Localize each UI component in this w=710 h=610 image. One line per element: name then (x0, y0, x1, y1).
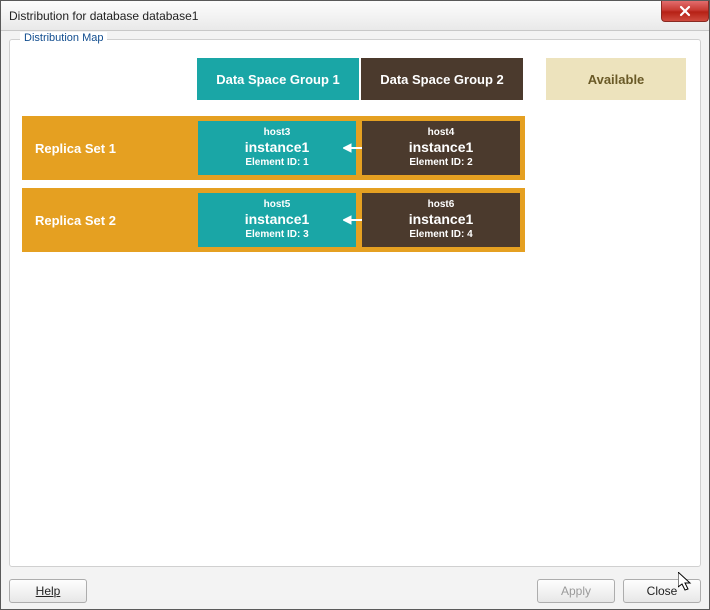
node-instance: instance1 (409, 139, 474, 157)
node-instance: instance1 (409, 211, 474, 229)
help-button[interactable]: Help (9, 579, 87, 603)
header-label: Data Space Group 2 (380, 72, 504, 87)
window-close-button[interactable] (661, 1, 709, 22)
apply-button[interactable]: Apply (537, 579, 615, 603)
node-element-id: Element ID: 2 (409, 157, 472, 170)
header-label: Data Space Group 1 (216, 72, 340, 87)
node-host: host6 (428, 199, 455, 212)
replica-set-label: Replica Set 1 (23, 117, 196, 179)
close-icon (679, 5, 691, 17)
titlebar[interactable]: Distribution for database database1 (1, 1, 709, 31)
replica-set-label: Replica Set 2 (23, 189, 196, 251)
client-area: Distribution Map Data Space Group 1 Data… (1, 31, 709, 575)
close-button[interactable]: Close (623, 579, 701, 603)
node-element-id: Element ID: 3 (245, 229, 308, 242)
header-label: Available (588, 72, 645, 87)
node-group1[interactable]: host5 instance1 Element ID: 3 (198, 193, 356, 247)
replica-set-row: Replica Set 1 host3 instance1 Element ID… (22, 116, 525, 180)
node-element-id: Element ID: 4 (409, 229, 472, 242)
node-host: host5 (264, 199, 291, 212)
node-instance: instance1 (245, 211, 310, 229)
node-group2[interactable]: host6 instance1 Element ID: 4 (362, 193, 520, 247)
dialog-window: Distribution for database database1 Dist… (0, 0, 710, 610)
node-host: host4 (428, 127, 455, 140)
distribution-map-fieldset: Distribution Map Data Space Group 1 Data… (9, 39, 701, 567)
node-element-id: Element ID: 1 (245, 157, 308, 170)
replica-set-row: Replica Set 2 host5 instance1 Element ID… (22, 188, 525, 252)
button-bar: Help Apply Close (1, 575, 709, 609)
node-host: host3 (264, 127, 291, 140)
button-label: Help (36, 584, 61, 598)
distribution-map: Data Space Group 1 Data Space Group 2 Av… (22, 58, 688, 554)
node-group1[interactable]: host3 instance1 Element ID: 1 (198, 121, 356, 175)
window-title: Distribution for database database1 (9, 9, 198, 23)
node-instance: instance1 (245, 139, 310, 157)
node-group2[interactable]: host4 instance1 Element ID: 2 (362, 121, 520, 175)
fieldset-legend: Distribution Map (20, 32, 107, 44)
header-data-space-group-2[interactable]: Data Space Group 2 (361, 58, 523, 100)
header-available[interactable]: Available (546, 58, 686, 100)
button-label: Close (647, 584, 678, 598)
replica-set-label-text: Replica Set 2 (35, 213, 116, 228)
header-data-space-group-1[interactable]: Data Space Group 1 (197, 58, 359, 100)
button-label: Apply (561, 584, 591, 598)
replica-set-label-text: Replica Set 1 (35, 141, 116, 156)
